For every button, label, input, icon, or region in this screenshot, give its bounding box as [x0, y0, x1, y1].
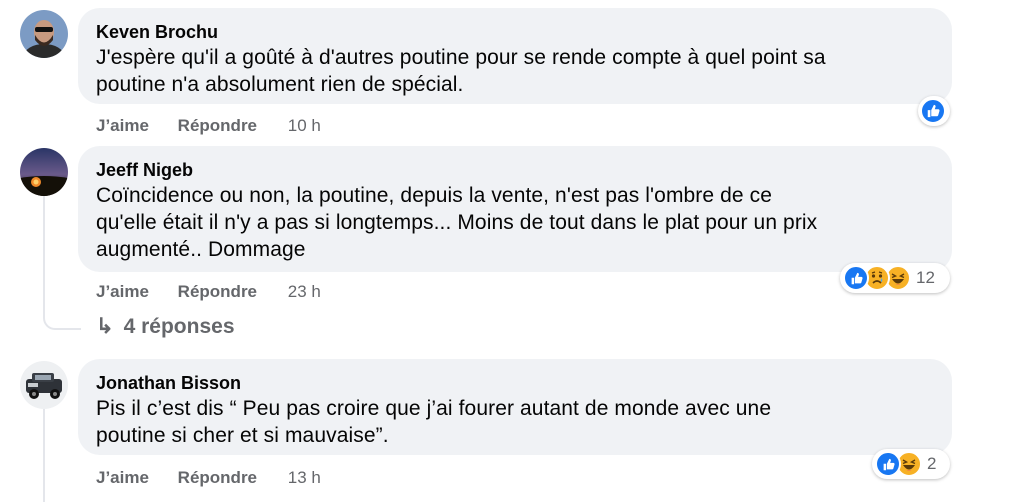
reply-button[interactable]: Répondre	[178, 467, 257, 489]
comment-bubble: Jeeff Nigeb Coïncidence ou non, la pouti…	[78, 146, 952, 272]
comment-timestamp[interactable]: 23 h	[288, 281, 321, 303]
reaction-count: 12	[916, 268, 935, 287]
comment-actions: J’aime Répondre 13 h	[96, 467, 345, 489]
comment-actions: J’aime Répondre 10 h	[96, 115, 345, 137]
comment-actions: J’aime Répondre 23 h	[96, 281, 345, 303]
comment-timestamp[interactable]: 13 h	[288, 467, 321, 489]
avatar[interactable]	[20, 148, 68, 196]
comment-author[interactable]: Jonathan Bisson	[96, 371, 934, 395]
like-button[interactable]: J’aime	[96, 281, 149, 303]
comment-text: J'espère qu'il a goûté à d'autres poutin…	[96, 46, 826, 96]
replies-connector	[43, 300, 81, 330]
thread-line	[43, 408, 45, 502]
comment-timestamp[interactable]: 10 h	[288, 115, 321, 137]
like-icon	[920, 98, 946, 124]
reaction-summary[interactable]: 2	[872, 449, 950, 479]
comment-text: Coïncidence ou non, la poutine, depuis l…	[96, 184, 818, 261]
comment-bubble: Keven Brochu J'espère qu'il a goûté à d'…	[78, 8, 952, 104]
reaction-count: 2	[927, 454, 937, 473]
like-icon	[843, 265, 869, 291]
comment-text: Pis il c’est dis “ Peu pas croire que j’…	[96, 397, 772, 447]
like-button[interactable]: J’aime	[96, 467, 149, 489]
reaction-summary[interactable]	[918, 96, 950, 126]
like-button[interactable]: J’aime	[96, 115, 149, 137]
reaction-summary[interactable]: 12	[840, 263, 950, 293]
replies-count-label: 4 réponses	[123, 315, 235, 338]
reply-button[interactable]: Répondre	[178, 115, 257, 137]
thread-line	[43, 196, 45, 314]
avatar[interactable]	[20, 10, 68, 58]
comment-author[interactable]: Keven Brochu	[96, 20, 934, 44]
avatar[interactable]	[20, 361, 68, 409]
view-replies-link[interactable]: ↳ 4 réponses	[96, 314, 235, 339]
like-icon	[875, 451, 901, 477]
comment-author[interactable]: Jeeff Nigeb	[96, 158, 934, 182]
reply-arrow-icon: ↳	[96, 315, 114, 338]
reply-button[interactable]: Répondre	[178, 281, 257, 303]
comment-bubble: Jonathan Bisson Pis il c’est dis “ Peu p…	[78, 359, 952, 455]
